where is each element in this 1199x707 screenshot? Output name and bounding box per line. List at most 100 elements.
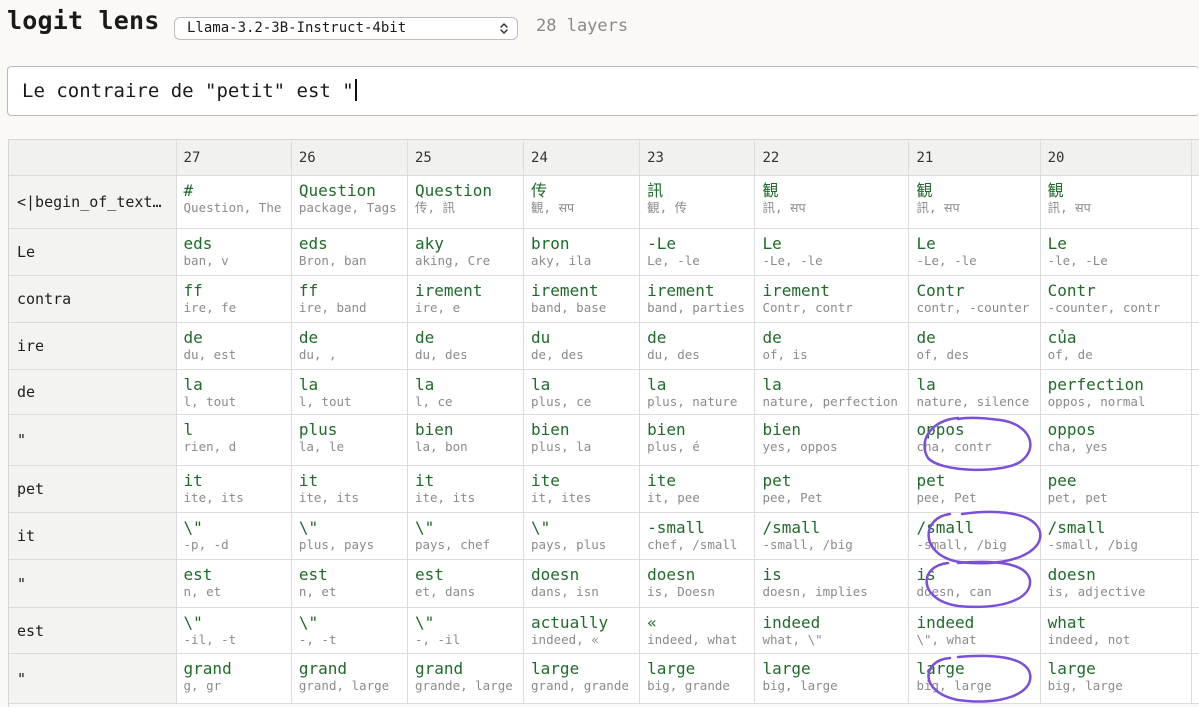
prediction-cell[interactable]: grandgrand, large bbox=[291, 654, 407, 704]
prediction-cell[interactable]: largebig, large bbox=[909, 654, 1040, 704]
prediction-cell[interactable]: dedu, , bbox=[291, 323, 407, 370]
prediction-cell[interactable]: «indeed, what bbox=[640, 608, 755, 654]
prediction-cell[interactable]: bienplus, é bbox=[640, 415, 755, 466]
logit-lens-table-container[interactable]: 2726252423222120 <|begin_of_text…#Questi… bbox=[8, 139, 1199, 707]
prediction-cell[interactable]: lal, ce bbox=[407, 370, 523, 415]
prediction-cell[interactable]: grandg, gr bbox=[176, 654, 291, 704]
prediction-cell[interactable]: bienla, bon bbox=[407, 415, 523, 466]
prediction-cell[interactable]: \"-, -il bbox=[407, 608, 523, 654]
prediction-cell[interactable]: ffire, fe bbox=[176, 276, 291, 323]
layer-column-header: 26 bbox=[291, 140, 407, 176]
prediction-cell[interactable]: deof, des bbox=[909, 323, 1040, 370]
prediction-cell[interactable]: edsBron, ban bbox=[291, 229, 407, 276]
prediction-cell[interactable]: largebig, large bbox=[755, 654, 909, 704]
prediction-cell[interactable]: itite, its bbox=[407, 466, 523, 513]
prediction-cell[interactable]: /small-small, /big bbox=[1040, 513, 1191, 560]
alternate-predictions: ire, e bbox=[415, 300, 523, 316]
prediction-cell[interactable]: itite, its bbox=[291, 466, 407, 513]
prediction-cell[interactable]: /small-small, /big bbox=[755, 513, 909, 560]
prediction-cell[interactable]: iteit, ites bbox=[524, 466, 640, 513]
prediction-cell[interactable]: Le-Le, -le bbox=[909, 229, 1040, 276]
prediction-cell[interactable]: itite, its bbox=[176, 466, 291, 513]
prediction-cell[interactable]: irementband, parties bbox=[640, 276, 755, 323]
prediction-cell[interactable]: dedu, est bbox=[176, 323, 291, 370]
prediction-cell[interactable]: \"-, -t bbox=[291, 608, 407, 654]
prediction-cell[interactable]: Questionpackage, Tags bbox=[291, 176, 407, 229]
prediction-cell[interactable]: /small-small, /big bbox=[909, 513, 1040, 560]
prediction-cell[interactable]: \"-p, -d bbox=[176, 513, 291, 560]
prediction-cell[interactable]: lal, tout bbox=[176, 370, 291, 415]
prediction-cell[interactable]: bronaky, ila bbox=[524, 229, 640, 276]
prediction-cell[interactable]: petpee, Pet bbox=[755, 466, 909, 513]
prediction-cell[interactable]: largebig, large bbox=[1040, 654, 1191, 704]
prediction-cell[interactable]: 観訊, सप bbox=[755, 176, 909, 229]
prediction-cell[interactable]: bienyes, oppos bbox=[755, 415, 909, 466]
prediction-cell[interactable]: củaof, de bbox=[1040, 323, 1191, 370]
prediction-cell[interactable]: isdoesn, can bbox=[909, 560, 1040, 608]
prediction-cell[interactable]: 観訊, सप bbox=[909, 176, 1040, 229]
prediction-cell[interactable]: Le-le, -Le bbox=[1040, 229, 1191, 276]
prediction-cell[interactable]: lrien, d bbox=[176, 415, 291, 466]
prediction-cell[interactable]: perfectionoppos, normal bbox=[1040, 370, 1191, 415]
prediction-cell[interactable]: indeedwhat, \" bbox=[755, 608, 909, 654]
prediction-cell[interactable]: irementband, base bbox=[524, 276, 640, 323]
prediction-cell[interactable]: Contr-counter, contr bbox=[1040, 276, 1191, 323]
prediction-cell[interactable]: 訊観, 传 bbox=[640, 176, 755, 229]
prediction-cell[interactable]: opposcha, yes bbox=[1040, 415, 1191, 466]
prediction-cell[interactable]: iteit, pee bbox=[640, 466, 755, 513]
prediction-cell[interactable]: Contrcontr, -counter bbox=[909, 276, 1040, 323]
prediction-cell[interactable]: 観訊, सप bbox=[1040, 176, 1191, 229]
prediction-cell[interactable]: irementContr, contr bbox=[755, 276, 909, 323]
prediction-cell[interactable]: largegrand, grande bbox=[524, 654, 640, 704]
prediction-cell[interactable]: doesnis, Doesn bbox=[640, 560, 755, 608]
prediction-cell[interactable]: dude, des bbox=[524, 323, 640, 370]
prediction-cell[interactable]: estn, et bbox=[291, 560, 407, 608]
prediction-cell[interactable]: -smallchef, /small bbox=[640, 513, 755, 560]
prediction-cell[interactable]: edsban, v bbox=[176, 229, 291, 276]
prediction-cell[interactable]: estn, et bbox=[176, 560, 291, 608]
prediction-cell[interactable]: -LeLe, -le bbox=[640, 229, 755, 276]
prediction-cell[interactable]: deof, is bbox=[755, 323, 909, 370]
prediction-cell[interactable]: lanature, silence bbox=[909, 370, 1040, 415]
layer-column-header-overflow bbox=[1192, 140, 1199, 176]
prediction-cell[interactable]: actuallyindeed, « bbox=[524, 608, 640, 654]
prediction-cell[interactable]: estet, dans bbox=[407, 560, 523, 608]
prediction-cell[interactable]: lanature, perfection bbox=[755, 370, 909, 415]
prediction-cell[interactable]: petpee, Pet bbox=[909, 466, 1040, 513]
prediction-cell[interactable]: indeed\", what bbox=[909, 608, 1040, 654]
token-row: "estn, etestn, etestet, dansdoesndans, i… bbox=[9, 560, 1199, 608]
prediction-cell[interactable]: grandgrande, large bbox=[407, 654, 523, 704]
prediction-cell[interactable]: irementire, e bbox=[407, 276, 523, 323]
prediction-cell[interactable]: \"pays, chef bbox=[407, 513, 523, 560]
prediction-cell[interactable]: \"plus, pays bbox=[291, 513, 407, 560]
prediction-cell[interactable]: isdoesn, implies bbox=[755, 560, 909, 608]
prediction-cell[interactable]: largebig, grande bbox=[640, 654, 755, 704]
prediction-cell[interactable]: peepet, pet bbox=[1040, 466, 1191, 513]
prediction-cell[interactable]: bienplus, la bbox=[524, 415, 640, 466]
prediction-cell[interactable]: 传観, सप bbox=[524, 176, 640, 229]
prediction-cell[interactable]: doesndans, isn bbox=[524, 560, 640, 608]
prediction-cell[interactable]: Question传, 訊 bbox=[407, 176, 523, 229]
model-select[interactable]: Llama-3.2-3B-Instruct-4bit bbox=[174, 17, 518, 40]
prediction-cell[interactable]: opposcha, contr bbox=[909, 415, 1040, 466]
prediction-cell[interactable]: Le-Le, -le bbox=[755, 229, 909, 276]
alternate-predictions: 訊, सप bbox=[916, 200, 1039, 216]
prediction-cell[interactable]: ffire, band bbox=[291, 276, 407, 323]
alternate-predictions: 観, 传 bbox=[647, 200, 754, 216]
prediction-cell[interactable]: lal, tout bbox=[291, 370, 407, 415]
prediction-cell[interactable]: \"pays, plus bbox=[524, 513, 640, 560]
prediction-cell[interactable]: plusla, le bbox=[291, 415, 407, 466]
prediction-cell[interactable]: \"-il, -t bbox=[176, 608, 291, 654]
prediction-cell[interactable]: whatindeed, not bbox=[1040, 608, 1191, 654]
prediction-cell[interactable]: laplus, nature bbox=[640, 370, 755, 415]
prediction-cell[interactable]: akyaking, Cre bbox=[407, 229, 523, 276]
layer-column-header: 21 bbox=[909, 140, 1040, 176]
token-row: irededu, estdedu, ,dedu, desdude, desded… bbox=[9, 323, 1199, 370]
prediction-cell[interactable]: dedu, des bbox=[640, 323, 755, 370]
token-row: Leedsban, vedsBron, banakyaking, Crebron… bbox=[9, 229, 1199, 276]
prediction-cell[interactable]: dedu, des bbox=[407, 323, 523, 370]
prediction-cell[interactable]: doesnis, adjective bbox=[1040, 560, 1191, 608]
prompt-input[interactable]: Le contraire de "petit" est " bbox=[7, 66, 1199, 116]
prediction-cell[interactable]: #Question, The bbox=[176, 176, 291, 229]
prediction-cell[interactable]: laplus, ce bbox=[524, 370, 640, 415]
